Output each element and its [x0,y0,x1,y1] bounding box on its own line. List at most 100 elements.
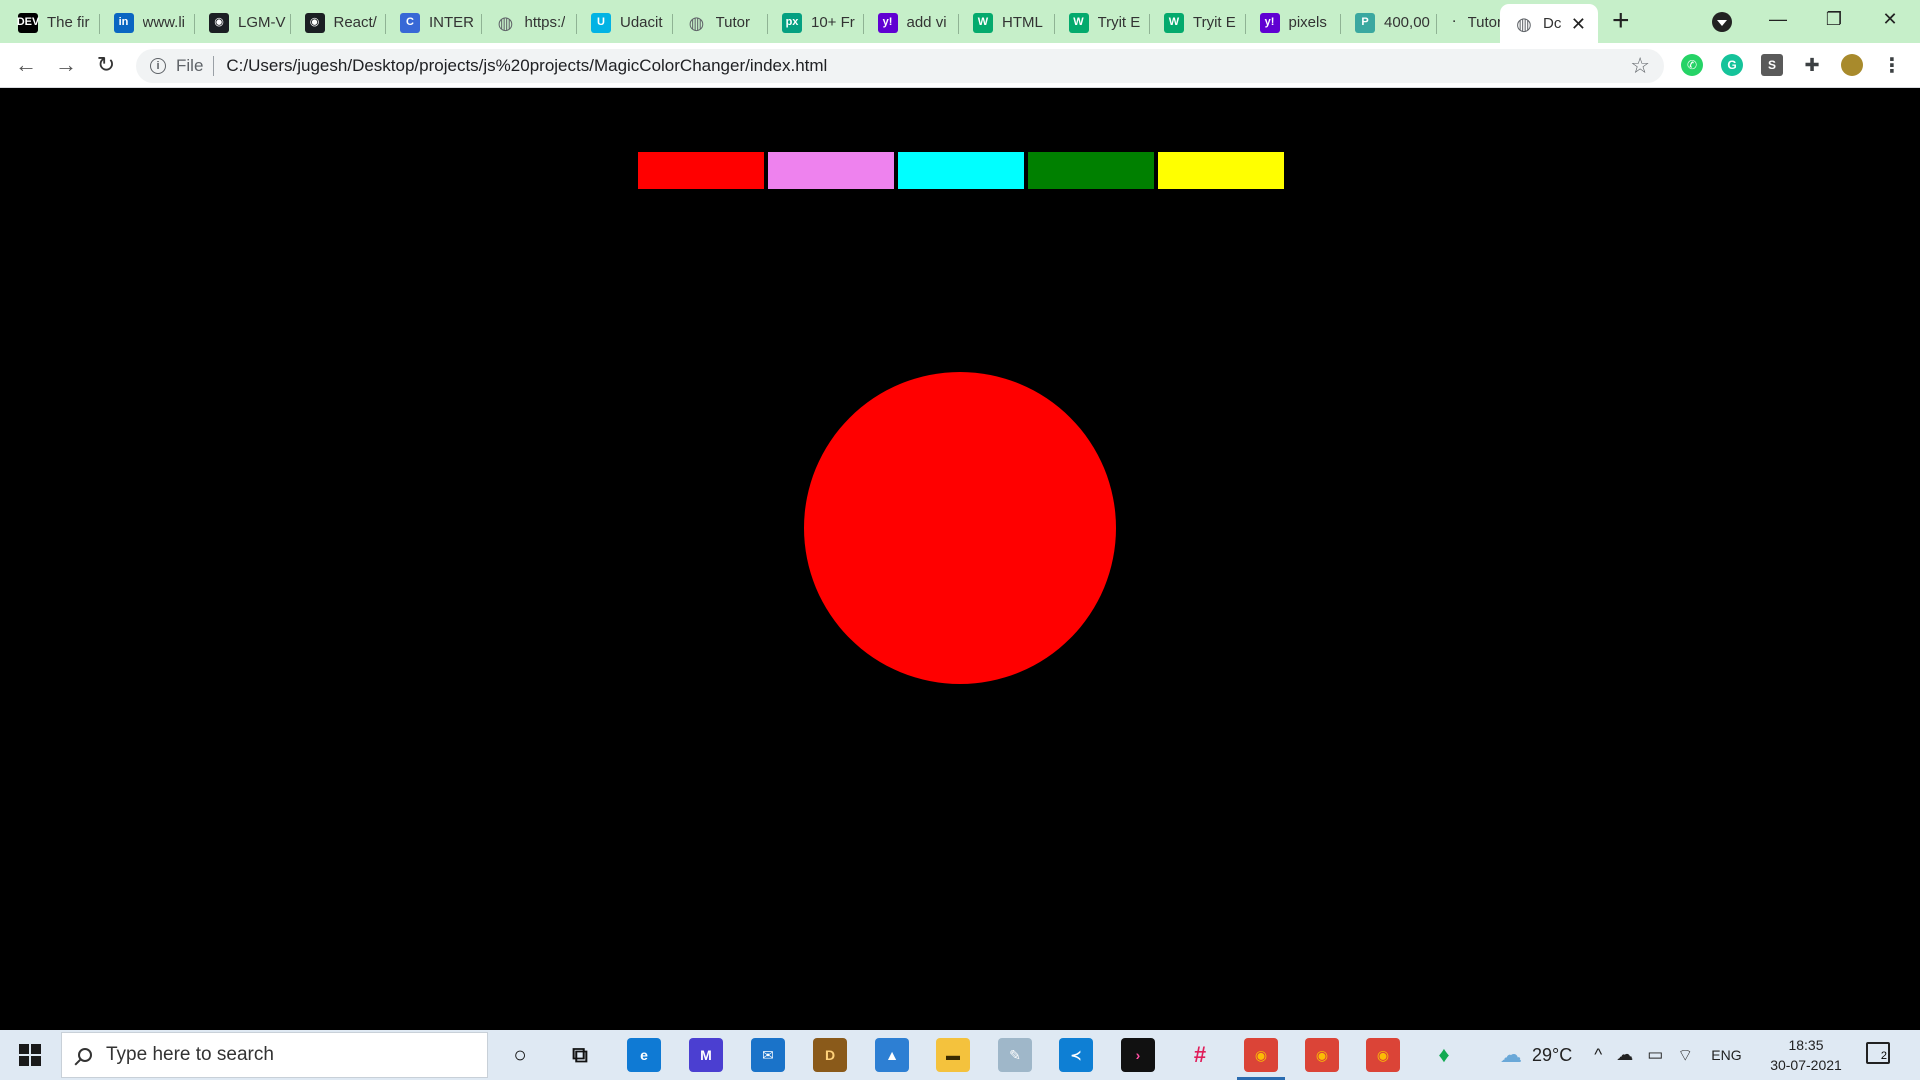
onedrive-icon[interactable]: ☁ [1616,1045,1633,1066]
notification-center-icon[interactable]: 2 [1866,1042,1890,1064]
tab-title: The fir [47,14,90,31]
tab[interactable]: W HTML [959,6,1055,39]
whatsapp-icon[interactable]: ✆ [1681,54,1703,76]
battery-icon[interactable]: ▭ [1647,1045,1663,1066]
info-icon[interactable]: i [150,58,166,74]
tab-title: LGM-V [238,14,286,31]
w3schools-icon: W [1164,12,1184,33]
swatch-cyan[interactable] [898,152,1024,189]
pexels-icon: px [782,12,802,33]
tab[interactable]: y! pixels [1246,6,1341,39]
tab[interactable]: in www.li [100,6,195,39]
chrome-icon[interactable]: ◉ [1366,1038,1400,1072]
cortana-icon[interactable]: ○ [503,1038,537,1072]
close-window-button[interactable]: ✕ [1870,4,1910,34]
color-circle [804,372,1116,684]
tab-title: Dc [1543,15,1562,32]
forward-button[interactable]: → [52,51,80,79]
show-hidden-icons-icon[interactable]: ^ [1594,1045,1602,1066]
chrome-icon[interactable]: ◉ [1237,1038,1285,1080]
tab[interactable]: W Tryit E [1150,6,1246,39]
linkedin-icon: in [113,12,134,33]
taskbar-search-box[interactable]: Type here to search [61,1032,488,1078]
tab-title: Tryit E [1097,14,1141,31]
slack-icon[interactable]: # [1183,1038,1217,1072]
tab[interactable]: y! add vi [864,6,959,39]
vscode-icon[interactable]: ≺ [1059,1038,1093,1072]
dosbox-icon[interactable]: D [813,1038,847,1072]
taskbar: Type here to search ○ ⧉ e M ✉ D ▲ ▬ ✎ ≺ › # ◉ ◉ ◉ ♦ ☁ 2… [0,1030,1920,1080]
swatch-red[interactable] [638,152,764,189]
clock[interactable]: 18:35 30-07-2021 [1766,1035,1846,1075]
browser-toolbar: ← → ↻ i File C:/Users/jugesh/Desktop/pro… [0,43,1920,88]
search-icon [78,1048,92,1062]
tab[interactable]: C INTER [386,6,482,39]
yahoo-icon: y! [877,12,898,33]
tab[interactable]: P 400,00 [1341,6,1437,39]
yahoo-icon: y! [1259,12,1280,33]
tab-title: pixels [1288,14,1327,31]
reload-button[interactable]: ↻ [92,51,120,79]
bookmark-star-icon[interactable]: ☆ [1630,53,1650,79]
terminal-icon[interactable]: › [1121,1038,1155,1072]
menu-icon[interactable]: ⋮ [1881,54,1903,77]
back-button[interactable]: ← [12,51,40,79]
dot-icon: · [1452,16,1457,28]
address-bar[interactable]: i File C:/Users/jugesh/Desktop/projects/… [136,49,1664,83]
wifi-icon[interactable]: ⌔ [1677,1045,1693,1066]
tab-title: Udacit [620,14,663,31]
tab[interactable]: px 10+ Fr [768,6,864,39]
puzzle-icon[interactable]: ✚ [1801,54,1823,76]
system-tray: ☁ 29°C ^ ☁ ▭ ⌔ ENG [1500,1030,1742,1080]
weather-icon[interactable]: ☁ [1500,1042,1522,1068]
tab-title: INTER [429,14,474,31]
tab-title: https:/ [524,14,566,31]
mail-icon[interactable]: ✉ [751,1038,785,1072]
tab-search-icon[interactable] [1712,12,1732,32]
profile-avatar[interactable] [1841,54,1863,76]
file-explorer-icon[interactable]: ▬ [936,1038,970,1072]
w3schools-icon: W [973,12,993,33]
swatch-violet[interactable] [768,152,894,189]
w3schools-icon: W [1068,12,1089,33]
photos-icon[interactable]: ▲ [875,1038,909,1072]
app-pen-icon[interactable]: ✎ [998,1038,1032,1072]
swatch-green[interactable] [1028,152,1154,189]
language-indicator[interactable]: ENG [1711,1047,1741,1063]
minimize-button[interactable]: — [1758,4,1798,34]
task-view-icon[interactable]: ⧉ [563,1038,597,1072]
tab[interactable]: ◉ React/ [291,6,386,39]
clock-date: 30-07-2021 [1770,1057,1842,1073]
tab[interactable]: DEV The fir [4,6,100,39]
globe-icon: ◍ [1516,13,1532,34]
tab[interactable]: ◉ LGM-V [195,6,291,39]
tab-close-icon[interactable]: ✕ [1571,14,1586,35]
udacity-icon: U [591,12,611,33]
new-tab-button[interactable]: + [1612,6,1630,36]
app-m-icon[interactable]: M [689,1038,723,1072]
edge-icon[interactable]: e [627,1038,661,1072]
c-logo-icon: C [400,12,420,33]
start-button[interactable] [0,1030,60,1080]
tab[interactable]: ◍ Tutor [673,6,768,39]
github-icon: ◉ [304,12,325,33]
url-text[interactable]: C:/Users/jugesh/Desktop/projects/js%20pr… [226,56,827,76]
tab-title: 400,00 [1384,14,1430,31]
tab[interactable]: U Udacit [577,6,673,39]
temperature[interactable]: 29°C [1532,1045,1572,1066]
tab[interactable]: W Tryit E [1055,6,1150,39]
chrome-icon[interactable]: ◉ [1305,1038,1339,1072]
dev-icon: DEV [17,12,39,33]
clock-time: 18:35 [1788,1037,1824,1053]
grammarly-icon[interactable]: G [1721,54,1743,76]
tab-active[interactable]: ◍ Dc ✕ [1500,4,1598,43]
tab[interactable]: ◍ https:/ [482,6,577,39]
tab-title: www.li [142,14,186,31]
github-icon: ◉ [209,12,229,33]
mongodb-icon[interactable]: ♦ [1427,1038,1461,1072]
swatch-yellow[interactable] [1158,152,1284,189]
tab-title: Tryit E [1193,14,1236,31]
restore-button[interactable]: ❐ [1814,4,1854,34]
s-extension-icon[interactable]: S [1761,54,1783,76]
windows-logo-icon [19,1044,41,1066]
